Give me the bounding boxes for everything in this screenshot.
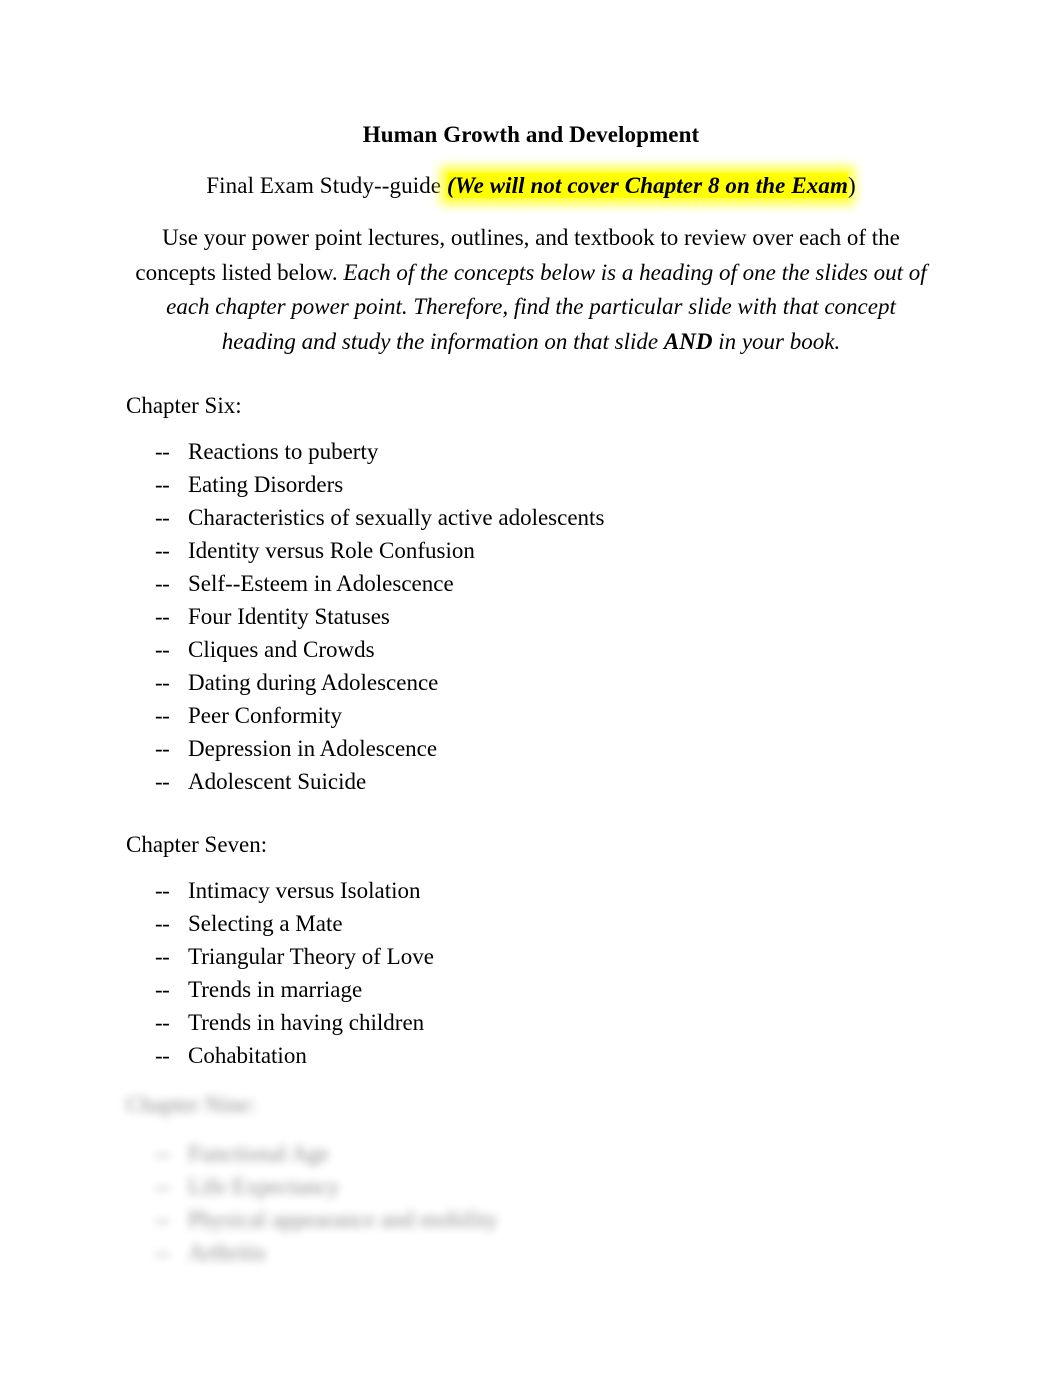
list-marker: --	[155, 944, 170, 969]
intro-paragraph: Use your power point lectures, outlines,…	[0, 203, 1062, 359]
list-item: -- Cliques and Crowds	[0, 633, 1062, 666]
chapter-seven-list: -- Intimacy versus Isolation -- Selecting …	[0, 861, 1062, 1072]
list-item-label: Characteristics of sexually active adole…	[188, 505, 605, 530]
list-item: -- Trends in having children	[0, 1006, 1062, 1039]
list-item: -- Identity versus Role Confusion	[0, 534, 1062, 567]
list-item: -- Peer Conformity	[0, 699, 1062, 732]
section-chapter-nine-blurred: Chapter Nine: -- Functional Age -- Life Ex…	[0, 1088, 1062, 1269]
subtitle-open-paren: (	[446, 173, 455, 198]
list-marker: --	[155, 637, 170, 662]
list-item-label: Depression in Adolescence	[188, 736, 438, 761]
subtitle-highlight-text: We will not cover Chapter 8 on the Exam	[454, 173, 848, 198]
chapter-seven-heading: Chapter Seven:	[126, 832, 268, 857]
list-item-label: Peer Conformity	[188, 703, 342, 728]
list-marker: --	[155, 505, 170, 530]
document-subtitle: Final Exam Study--guide (We will not cov…	[0, 152, 1062, 203]
list-item-label: Trends in having children	[188, 1010, 425, 1035]
section-chapter-six: Chapter Six: -- Reactions to puberty -- Ea…	[0, 359, 1062, 798]
list-item: -- Triangular Theory of Love	[0, 940, 1062, 973]
chapter-six-heading: Chapter Six:	[126, 393, 242, 418]
list-marker: --	[155, 571, 170, 596]
list-item-label: Dating during Adolescence	[188, 670, 439, 695]
list-item-label: Life Expectancy	[188, 1174, 340, 1199]
intro-italic-text-2: in your book.	[712, 328, 841, 354]
list-item-label: Selecting a Mate	[188, 911, 343, 936]
list-marker: --	[155, 1043, 170, 1068]
list-item: -- Arthritis	[0, 1236, 1062, 1269]
list-marker: --	[155, 1207, 170, 1232]
chapter-nine-heading: Chapter Nine:	[126, 1092, 256, 1117]
list-item-label: Trends in marriage	[188, 977, 363, 1002]
list-item-label: Reactions to puberty	[188, 439, 379, 464]
list-item-label: Eating Disorders	[188, 472, 344, 497]
section-chapter-seven: Chapter Seven: -- Intimacy versus Isolati…	[0, 798, 1062, 1072]
list-item-label: Cohabitation	[188, 1043, 307, 1068]
list-item-label: Intimacy versus Isolation	[188, 878, 421, 903]
list-marker: --	[155, 977, 170, 1002]
list-item: -- Trends in marriage	[0, 973, 1062, 1006]
list-item: -- Cohabitation	[0, 1039, 1062, 1072]
document-page: Human Growth and Development Final Exam …	[0, 0, 1062, 1377]
list-item-label: Adolescent Suicide	[188, 769, 367, 794]
intro-emphasis-and: AND	[663, 328, 713, 354]
document-title: Human Growth and Development	[362, 122, 700, 147]
list-item: -- Life Expectancy	[0, 1170, 1062, 1203]
list-marker: --	[155, 769, 170, 794]
list-item: -- Adolescent Suicide	[0, 765, 1062, 798]
list-marker: --	[155, 911, 170, 936]
list-item: -- Dating during Adolescence	[0, 666, 1062, 699]
list-item-label: Self--Esteem in Adolescence	[188, 571, 454, 596]
chapter-nine-list: -- Functional Age -- Life Expectancy -- Phy…	[0, 1121, 1062, 1269]
list-item: -- Physical appearance and mobility	[0, 1203, 1062, 1236]
list-marker: --	[155, 1010, 170, 1035]
list-marker: --	[155, 1141, 170, 1166]
list-item-label: Cliques and Crowds	[188, 637, 375, 662]
list-marker: --	[155, 703, 170, 728]
list-item: -- Functional Age	[0, 1137, 1062, 1170]
list-item: -- Reactions to puberty	[0, 435, 1062, 468]
chapter-six-list: -- Reactions to puberty -- Eating Disorder…	[0, 422, 1062, 798]
list-marker: --	[155, 736, 170, 761]
list-item-label: Four Identity Statuses	[188, 604, 390, 629]
subtitle-close-paren: )	[847, 173, 856, 198]
list-item-label: Arthritis	[188, 1240, 266, 1265]
subtitle-highlighted-note: (We will not cover Chapter 8 on the Exam	[446, 173, 848, 198]
list-item: -- Depression in Adolescence	[0, 732, 1062, 765]
subtitle-prefix: Final Exam Study--guide	[206, 173, 447, 198]
list-item: -- Selecting a Mate	[0, 907, 1062, 940]
list-item: -- Self--Esteem in Adolescence	[0, 567, 1062, 600]
list-marker: --	[155, 670, 170, 695]
list-marker: --	[155, 604, 170, 629]
list-item: -- Four Identity Statuses	[0, 600, 1062, 633]
list-item: -- Intimacy versus Isolation	[0, 874, 1062, 907]
list-marker: --	[155, 1240, 170, 1265]
list-marker: --	[155, 538, 170, 563]
list-item-label: Triangular Theory of Love	[188, 944, 434, 969]
list-marker: --	[155, 878, 170, 903]
list-marker: --	[155, 472, 170, 497]
list-item-label: Physical appearance and mobility	[188, 1207, 498, 1232]
list-item-label: Functional Age	[188, 1141, 330, 1166]
list-item: -- Eating Disorders	[0, 468, 1062, 501]
list-marker: --	[155, 439, 170, 464]
list-marker: --	[155, 1174, 170, 1199]
list-item: -- Characteristics of sexually active ado…	[0, 501, 1062, 534]
list-item-label: Identity versus Role Confusion	[188, 538, 475, 563]
